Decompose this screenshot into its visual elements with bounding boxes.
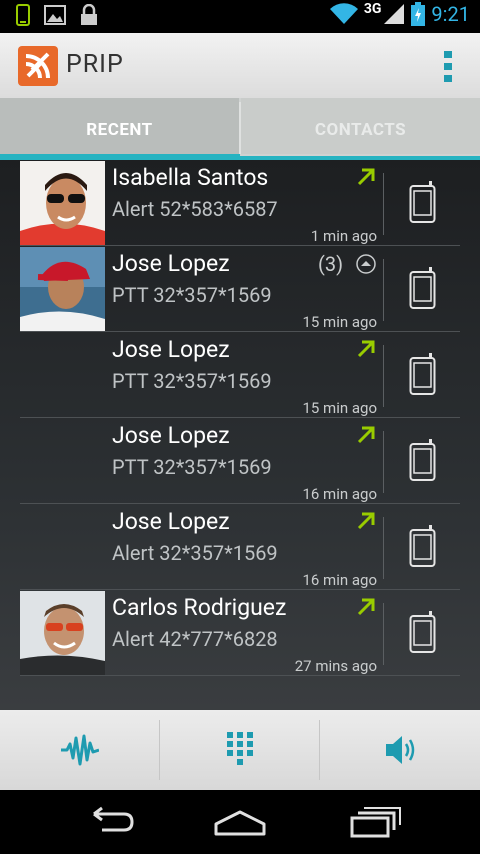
status-time: 9:21 <box>431 2 470 26</box>
call-detail: PTT 32*357*1569 <box>112 455 272 479</box>
call-detail: Alert 42*777*6828 <box>112 627 278 651</box>
home-icon[interactable] <box>210 804 270 840</box>
contact-name: Jose Lopez <box>112 250 230 277</box>
call-time: 15 min ago <box>302 399 377 417</box>
call-phone-icon[interactable] <box>409 181 436 224</box>
image-notification-icon <box>44 5 66 25</box>
contact-name: Carlos Rodriguez <box>112 594 287 621</box>
contact-name: Isabella Santos <box>112 164 269 191</box>
call-time: 15 min ago <box>302 313 377 331</box>
call-phone-icon[interactable] <box>409 611 436 654</box>
call-time: 16 min ago <box>302 485 377 503</box>
call-row[interactable]: Jose Lopez PTT 32*357*1569 15 min ago <box>20 332 460 418</box>
call-row[interactable]: Carlos Rodriguez Alert 42*777*6828 27 mi… <box>20 590 460 676</box>
row-divider <box>383 259 384 321</box>
app-title: PRIP <box>66 50 124 79</box>
action-bar: PRIP <box>0 33 480 98</box>
call-row[interactable]: Jose Lopez PTT 32*357*1569 (3) 15 min ag… <box>20 246 460 332</box>
contact-name: Jose Lopez <box>112 422 230 449</box>
outgoing-arrow-icon <box>357 340 375 358</box>
ptt-button[interactable] <box>0 710 159 790</box>
signal-icon <box>384 4 405 24</box>
row-divider <box>383 345 384 407</box>
row-divider <box>383 517 384 579</box>
speaker-icon <box>386 736 415 764</box>
outgoing-arrow-icon <box>357 512 375 530</box>
call-row[interactable]: Jose Lopez Alert 32*357*1569 16 min ago <box>20 504 460 590</box>
call-time: 16 min ago <box>302 571 377 589</box>
avatar <box>20 247 105 332</box>
contact-name: Jose Lopez <box>112 508 230 535</box>
call-phone-icon[interactable] <box>409 267 436 310</box>
recent-calls-list: Isabella Santos Alert 52*583*6587 1 min … <box>0 160 480 710</box>
call-time: 27 mins ago <box>294 657 377 675</box>
contact-name: Jose Lopez <box>112 336 230 363</box>
recent-apps-icon[interactable] <box>344 804 404 840</box>
call-phone-icon[interactable] <box>409 525 436 568</box>
tab-contacts[interactable]: CONTACTS <box>241 98 480 154</box>
dialpad-button[interactable] <box>160 710 319 790</box>
network-type: 3G <box>363 1 382 17</box>
app-logo-icon <box>18 46 58 86</box>
tab-recent[interactable]: RECENT <box>0 98 239 154</box>
row-separator <box>20 675 460 676</box>
outgoing-arrow-icon <box>357 426 375 444</box>
call-row[interactable]: Isabella Santos Alert 52*583*6587 1 min … <box>20 160 460 246</box>
back-icon[interactable] <box>80 804 140 840</box>
call-detail: Alert 32*357*1569 <box>112 541 278 565</box>
overflow-menu-icon[interactable] <box>444 49 452 83</box>
row-divider <box>383 603 384 665</box>
battery-icon <box>411 2 426 26</box>
bottom-action-bar <box>0 710 480 790</box>
dialpad-icon <box>227 732 253 765</box>
phone-notification-icon <box>16 4 30 26</box>
waveform-icon <box>61 734 99 766</box>
call-phone-icon[interactable] <box>409 353 436 396</box>
call-phone-icon[interactable] <box>409 439 436 482</box>
row-divider <box>383 431 384 493</box>
outgoing-arrow-icon <box>357 598 375 616</box>
row-divider <box>383 173 384 235</box>
status-bar: 3G 9:21 <box>0 0 480 33</box>
navigation-bar <box>0 790 480 854</box>
call-detail: Alert 52*583*6587 <box>112 197 278 221</box>
wifi-icon <box>329 3 358 24</box>
call-count-badge: (3) <box>318 252 344 276</box>
avatar <box>20 161 105 246</box>
speaker-button[interactable] <box>320 710 479 790</box>
call-detail: PTT 32*357*1569 <box>112 369 272 393</box>
lock-icon <box>81 4 97 25</box>
avatar <box>20 591 105 676</box>
tab-bar: RECENT CONTACTS <box>0 98 480 160</box>
call-detail: PTT 32*357*1569 <box>112 283 272 307</box>
outgoing-arrow-icon <box>357 168 375 186</box>
call-row[interactable]: Jose Lopez PTT 32*357*1569 16 min ago <box>20 418 460 504</box>
expand-up-icon[interactable] <box>356 254 376 274</box>
call-time: 1 min ago <box>310 227 377 245</box>
